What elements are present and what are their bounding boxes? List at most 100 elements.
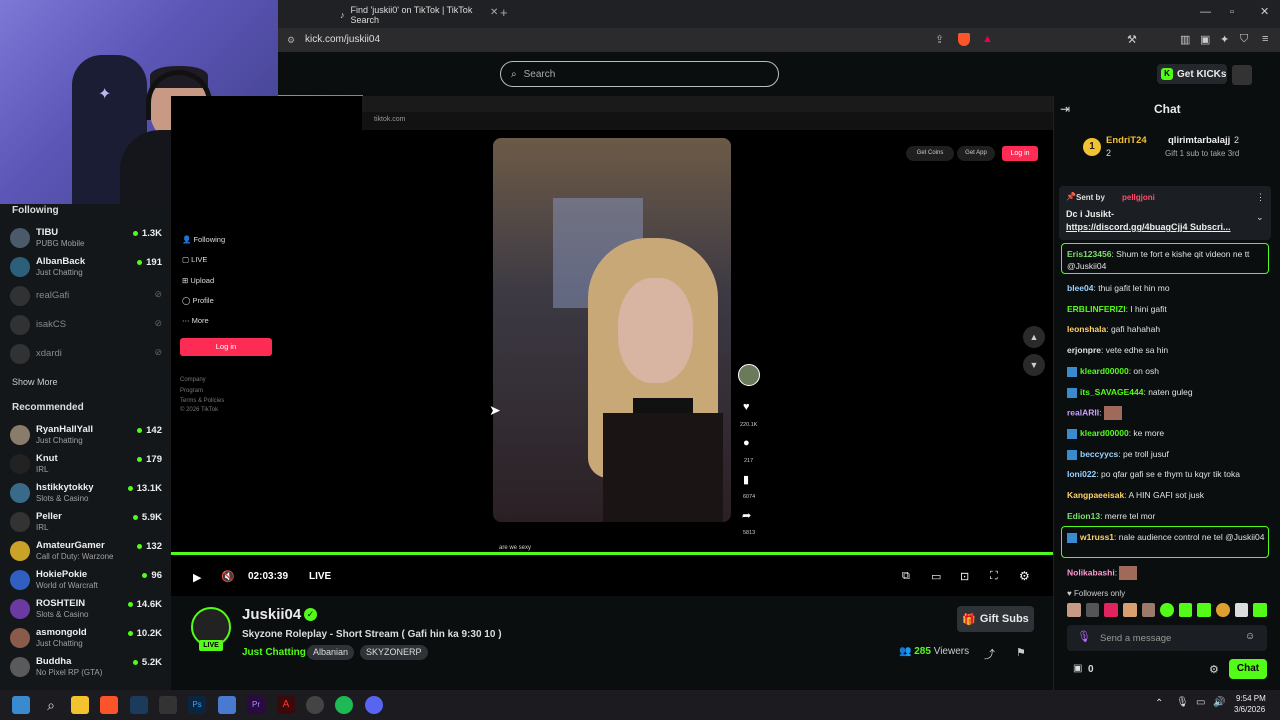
pinned-link[interactable]: https://discord.gg/4buagCjj4 Subscri... xyxy=(1066,222,1251,232)
stream-progress-bar[interactable] xyxy=(171,552,1053,555)
acrobat-icon[interactable]: A xyxy=(277,696,295,714)
mic-icon[interactable]: 🎙 xyxy=(1077,630,1091,643)
windows-start-icon[interactable] xyxy=(12,696,30,714)
chat-username[interactable]: realARII xyxy=(1067,407,1099,417)
show-more-link[interactable]: Show More xyxy=(12,377,58,387)
play-icon[interactable]: ▶ xyxy=(193,571,201,584)
browser-tab[interactable]: ♪ Find 'juskii0' on TikTok | TikTok Sear… xyxy=(330,4,495,26)
emote-icon[interactable] xyxy=(1253,603,1268,617)
pip-icon[interactable]: ⧉ xyxy=(902,570,910,583)
chat-username[interactable]: Kangpaeeisak xyxy=(1067,490,1124,500)
sidebar-channel[interactable]: TIBU PUBG Mobile 1.3K xyxy=(10,224,162,252)
spotify-icon[interactable] xyxy=(335,696,353,714)
chat-username[interactable]: Edion13 xyxy=(1067,511,1100,521)
tray-network-icon[interactable]: ▭ xyxy=(1196,697,1205,708)
extensions-icon[interactable]: ⚒ xyxy=(1127,33,1137,46)
taskbar-search-icon[interactable]: ⌕ xyxy=(42,696,60,714)
clock-date[interactable]: 3/6/2026 xyxy=(1234,705,1265,714)
sidebar-channel[interactable]: hstikkytokky Slots & Casino 13.1K xyxy=(10,479,162,507)
points-icon[interactable]: ▣ xyxy=(1073,663,1082,674)
emote-icon[interactable] xyxy=(1085,603,1100,617)
sidebar-channel[interactable]: asmongold Just Chatting 10.2K xyxy=(10,624,162,652)
search-input[interactable]: ⌕ Search xyxy=(500,61,779,87)
theater-icon[interactable]: ▭ xyxy=(931,570,941,583)
clock-time[interactable]: 9:54 PM xyxy=(1236,694,1266,703)
sidebar-channel[interactable]: AmateurGamer Call of Duty: Warzone 132 xyxy=(10,537,162,565)
sidebar-channel[interactable]: HokiePokie World of Warcraft 96 xyxy=(10,566,162,594)
close-window-icon[interactable]: ✕ xyxy=(1260,5,1269,18)
chat-username[interactable]: beccyycs xyxy=(1080,449,1118,459)
emote-icon[interactable] xyxy=(1216,603,1230,617)
vpn-icon[interactable]: ⛉ xyxy=(1240,33,1248,46)
emote-icon[interactable] xyxy=(1234,603,1249,617)
maximize-icon[interactable]: ▫ xyxy=(1230,6,1234,18)
wallet-icon[interactable]: ▣ xyxy=(1200,33,1210,46)
chat-username[interactable]: kleard00000 xyxy=(1080,366,1129,376)
chat-username[interactable]: ERBLINFERIZI xyxy=(1067,304,1126,314)
stream-category[interactable]: Just Chatting xyxy=(242,647,306,658)
chat-username[interactable]: erjonpre xyxy=(1067,345,1101,355)
menu-icon[interactable]: ≡ xyxy=(1262,33,1268,45)
collapse-chat-icon[interactable]: ⇥ xyxy=(1060,102,1070,116)
brave-rewards-icon[interactable]: ▲ xyxy=(982,33,993,45)
chat-username[interactable]: its_SAVAGE444 xyxy=(1080,387,1143,397)
url-field[interactable]: kick.com/juskii04 xyxy=(305,34,380,45)
roblox-icon[interactable] xyxy=(218,696,236,714)
emote-icon[interactable] xyxy=(1178,603,1193,617)
chat-username[interactable]: Nolikabashi xyxy=(1067,567,1115,577)
streamer-name[interactable]: Juskii04 xyxy=(242,606,301,623)
pinned-expand-icon[interactable]: ⌄ xyxy=(1256,212,1264,223)
sidebar-channel[interactable]: isakCS ⊘ xyxy=(10,311,162,339)
brave-shield-icon[interactable] xyxy=(958,33,970,46)
emote-icon[interactable] xyxy=(1067,603,1081,617)
ai-icon[interactable]: ✦ xyxy=(1220,33,1229,46)
new-tab-icon[interactable]: + xyxy=(500,5,508,20)
chat-username[interactable]: kleard00000 xyxy=(1080,428,1129,438)
sidebar-toggle-icon[interactable]: ▥ xyxy=(1180,33,1190,46)
settings-icon[interactable]: ⚙ xyxy=(1019,569,1030,583)
sidebar-channel[interactable]: Peller IRL 5.9K xyxy=(10,508,162,536)
chat-username[interactable]: blee04 xyxy=(1067,283,1093,293)
sidebar-channel[interactable]: AlbanBack Just Chatting 191 xyxy=(10,253,162,281)
sidebar-channel[interactable]: xdardi ⊘ xyxy=(10,340,162,368)
pinned-more-icon[interactable]: ⋮ xyxy=(1256,192,1265,203)
chat-settings-icon[interactable]: ⚙ xyxy=(1209,663,1219,676)
fullscreen-icon[interactable]: ⛶ xyxy=(990,570,998,583)
top-gifter-name[interactable]: EndriT24 xyxy=(1106,135,1147,146)
chat-username[interactable]: Eris123456 xyxy=(1067,249,1111,259)
emote-icon[interactable] xyxy=(1122,603,1137,617)
clip-icon[interactable]: ⊡ xyxy=(960,570,969,583)
epic-games-icon[interactable] xyxy=(159,696,177,714)
share-icon[interactable]: ⇪ xyxy=(935,33,944,46)
site-settings-icon[interactable]: ⚙ xyxy=(287,35,295,46)
gift-subs-button[interactable]: 🎁 Gift Subs xyxy=(957,606,1034,632)
chat-send-button[interactable]: Chat xyxy=(1229,659,1267,679)
tray-mic-icon[interactable]: 🎙 xyxy=(1176,697,1189,708)
chat-username[interactable]: Ioni022 xyxy=(1067,469,1096,479)
sidebar-channel[interactable]: ROSHTEIN Slots & Casino 14.6K xyxy=(10,595,162,623)
emote-icon[interactable] xyxy=(1104,603,1118,617)
stream-tag[interactable]: Albanian xyxy=(307,645,355,660)
file-explorer-icon[interactable] xyxy=(71,696,89,714)
get-kicks-button[interactable]: K Get KICKs xyxy=(1157,64,1227,84)
sidebar-channel[interactable]: realGafi ⊘ xyxy=(10,282,162,310)
brave-browser-icon[interactable] xyxy=(100,696,118,714)
tray-chevron-icon[interactable]: ⌃ xyxy=(1155,698,1163,709)
tab-close-icon[interactable]: ✕ xyxy=(490,7,498,18)
mute-icon[interactable]: 🔇 xyxy=(221,570,235,583)
discord-icon[interactable] xyxy=(365,696,383,714)
share-stream-icon[interactable]: ⤴ xyxy=(984,646,995,662)
minimize-icon[interactable]: — xyxy=(1200,6,1211,18)
steam-icon[interactable] xyxy=(130,696,148,714)
tray-volume-icon[interactable]: 🔊 xyxy=(1213,697,1225,708)
second-gifter-name[interactable]: qlirimtarbalajj xyxy=(1168,135,1230,146)
sidebar-channel[interactable]: RyanHallYall Just Chatting 142 xyxy=(10,421,162,449)
obs-icon[interactable] xyxy=(306,696,324,714)
emote-icon[interactable] xyxy=(1141,603,1156,617)
stream-tag[interactable]: SKYZONERP xyxy=(360,645,428,660)
player-live-label[interactable]: LIVE xyxy=(309,571,331,582)
report-icon[interactable]: ⚑ xyxy=(1016,646,1026,659)
chat-username[interactable]: w1russ1 xyxy=(1080,532,1114,542)
premiere-icon[interactable]: Pr xyxy=(247,696,265,714)
sidebar-channel[interactable]: Buddha No Pixel RP (GTA) 5.2K xyxy=(10,653,162,681)
